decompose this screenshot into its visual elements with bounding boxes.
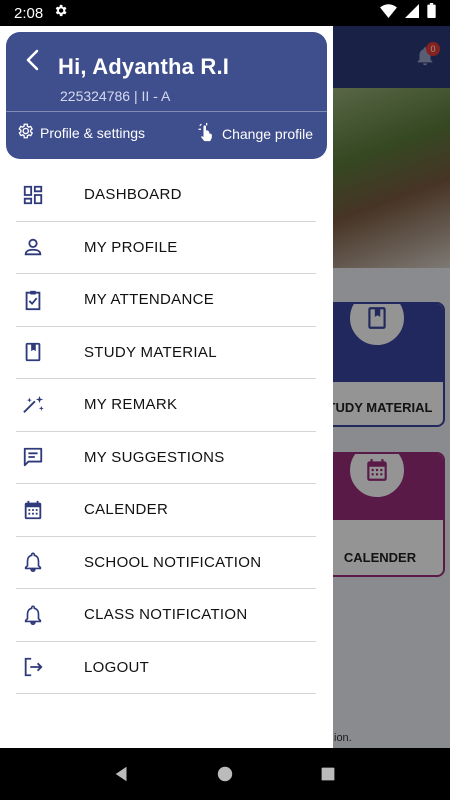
menu-item-label: MY SUGGESTIONS	[84, 448, 225, 466]
status-bar: 2:08	[0, 0, 450, 26]
calendar-icon	[16, 499, 56, 521]
menu-item-label: SCHOOL NOTIFICATION	[84, 553, 262, 571]
profile-settings-label: Profile & settings	[40, 124, 146, 141]
menu-item-dashboard[interactable]: DASHBOARD	[16, 169, 316, 222]
profile-settings-button[interactable]: Profile & settings	[16, 122, 145, 143]
menu-item-my-profile[interactable]: MY PROFILE	[16, 222, 316, 274]
profile-header: Hi, Adyantha R.I 225324786 | II - A Prof…	[6, 32, 327, 159]
change-profile-button[interactable]: Change profile	[196, 122, 313, 145]
bell-icon	[16, 604, 56, 626]
menu-item-logout[interactable]: LOGOUT	[16, 642, 316, 694]
menu-item-label: MY REMARK	[84, 396, 178, 414]
logout-icon	[16, 656, 56, 678]
status-time: 2:08	[14, 4, 44, 22]
navigation-drawer: Hi, Adyantha R.I 225324786 | II - A Prof…	[0, 26, 333, 748]
home-circle-icon[interactable]	[205, 754, 245, 794]
sparkle-icon	[16, 394, 56, 416]
back-triangle-icon[interactable]	[102, 754, 142, 794]
menu-item-label: CLASS NOTIFICATION	[84, 606, 248, 624]
dashboard-icon	[16, 184, 56, 206]
recents-square-icon[interactable]	[308, 754, 348, 794]
drawer-menu: DASHBOARD MY PROFILE MY ATTENDANCE STUDY…	[16, 169, 316, 694]
menu-item-label: MY ATTENDANCE	[84, 291, 215, 309]
menu-item-my-attendance[interactable]: MY ATTENDANCE	[16, 274, 316, 327]
signal-icon	[405, 3, 419, 23]
header-divider	[6, 111, 327, 112]
book-icon	[16, 341, 56, 363]
back-arrow-icon[interactable]	[22, 48, 46, 72]
menu-item-label: CALENDER	[84, 501, 169, 519]
menu-item-school-notification[interactable]: SCHOOL NOTIFICATION	[16, 537, 316, 589]
menu-item-calender[interactable]: CALENDER	[16, 484, 316, 537]
system-navigation-bar	[0, 748, 450, 800]
menu-item-label: DASHBOARD	[84, 186, 182, 204]
student-id-class: 225324786 | II - A	[60, 88, 171, 104]
menu-item-label: MY PROFILE	[84, 238, 178, 256]
menu-item-class-notification[interactable]: CLASS NOTIFICATION	[16, 589, 316, 642]
clipboard-check-icon	[16, 289, 56, 311]
touch-icon	[196, 122, 216, 145]
bell-icon	[16, 551, 56, 573]
person-icon	[16, 236, 56, 258]
menu-item-study-material[interactable]: STUDY MATERIAL	[16, 327, 316, 379]
chat-icon	[16, 446, 56, 468]
menu-item-my-remark[interactable]: MY REMARK	[16, 379, 316, 432]
menu-item-label: LOGOUT	[84, 658, 150, 676]
menu-item-my-suggestions[interactable]: MY SUGGESTIONS	[16, 432, 316, 484]
change-profile-label: Change profile	[222, 125, 314, 142]
gear-icon	[16, 122, 34, 143]
battery-icon	[427, 3, 436, 23]
menu-item-label: STUDY MATERIAL	[84, 343, 217, 361]
greeting-title: Hi, Adyantha R.I	[58, 54, 230, 79]
gear-icon	[53, 3, 68, 23]
wifi-icon	[380, 3, 397, 23]
